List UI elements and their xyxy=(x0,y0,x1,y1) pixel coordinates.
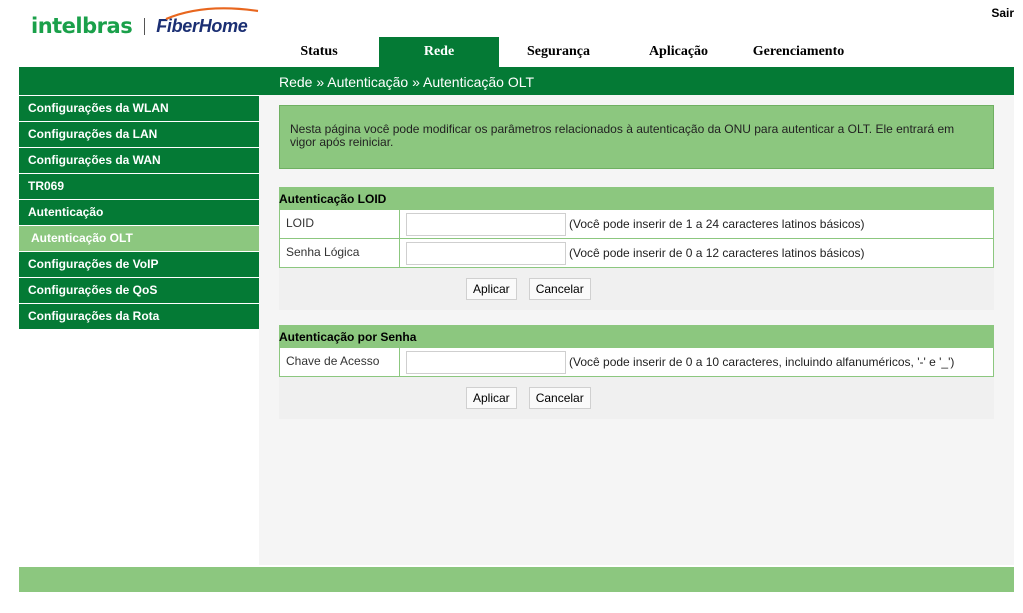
router-admin-page: intelbras FiberHome Sair Status Rede Seg… xyxy=(0,0,1023,613)
button-row: Aplicar Cancelar xyxy=(279,268,994,310)
form-row-access-key: Chave de Acesso (Você pode inserir de 0 … xyxy=(279,348,994,377)
cancel-button[interactable]: Cancelar xyxy=(528,387,591,409)
fiberhome-swoosh-icon xyxy=(165,6,259,20)
section-title: Autenticação por Senha xyxy=(279,325,994,348)
sidebar-item-wlan[interactable]: Configurações da WLAN xyxy=(19,95,259,121)
logical-password-input[interactable] xyxy=(406,241,566,265)
tab-seguranca[interactable]: Segurança xyxy=(499,37,618,67)
access-key-label: Chave de Acesso xyxy=(280,348,400,376)
top-nav: Status Rede Segurança Aplicação Gerencia… xyxy=(259,37,858,67)
button-row: Aplicar Cancelar xyxy=(279,377,994,419)
form-value-cell: (Você pode inserir de 1 a 24 caracteres … xyxy=(400,210,993,238)
form-row-loid: LOID (Você pode inserir de 1 a 24 caract… xyxy=(279,210,994,239)
form-value-cell: (Você pode inserir de 0 a 12 caracteres … xyxy=(400,239,993,267)
sidebar-item-tr069[interactable]: TR069 xyxy=(19,173,259,199)
access-key-hint: (Você pode inserir de 0 a 10 caracteres,… xyxy=(569,355,955,369)
section-title: Autenticação LOID xyxy=(279,187,994,210)
intelbras-logo: intelbras xyxy=(31,14,133,38)
loid-label: LOID xyxy=(280,210,400,238)
cancel-button[interactable]: Cancelar xyxy=(528,278,591,300)
sidebar-item-autenticacao[interactable]: Autenticação xyxy=(19,199,259,225)
logical-password-hint: (Você pode inserir de 0 a 12 caracteres … xyxy=(569,246,865,260)
tab-rede[interactable]: Rede xyxy=(379,37,499,67)
logical-password-label: Senha Lógica xyxy=(280,239,400,267)
tab-aplicacao[interactable]: Aplicação xyxy=(618,37,739,67)
footer-bar xyxy=(19,567,1014,592)
form-value-cell: (Você pode inserir de 0 a 10 caracteres,… xyxy=(400,348,993,376)
breadcrumb: Rede » Autenticação » Autenticação OLT xyxy=(279,74,535,90)
loid-auth-section: Autenticação LOID LOID (Você pode inseri… xyxy=(279,187,994,310)
info-box: Nesta página você pode modificar os parâ… xyxy=(279,105,994,169)
sidebar-item-voip[interactable]: Configurações de VoIP xyxy=(19,251,259,277)
loid-input[interactable] xyxy=(406,212,566,236)
sidebar: Configurações da WLAN Configurações da L… xyxy=(19,95,259,329)
sidebar-item-qos[interactable]: Configurações de QoS xyxy=(19,277,259,303)
sidebar-item-wan[interactable]: Configurações da WAN xyxy=(19,147,259,173)
logout-link[interactable]: Sair xyxy=(991,6,1014,20)
tab-gerenciamento[interactable]: Gerenciamento xyxy=(739,37,858,67)
fiberhome-logo: FiberHome xyxy=(156,6,259,37)
password-auth-section: Autenticação por Senha Chave de Acesso (… xyxy=(279,325,994,419)
sidebar-item-lan[interactable]: Configurações da LAN xyxy=(19,121,259,147)
brand-logo: intelbras FiberHome xyxy=(31,6,259,42)
sidebar-item-rota[interactable]: Configurações da Rota xyxy=(19,303,259,329)
apply-button[interactable]: Aplicar xyxy=(466,387,517,409)
form-row-logical-password: Senha Lógica (Você pode inserir de 0 a 1… xyxy=(279,239,994,268)
apply-button[interactable]: Aplicar xyxy=(466,278,517,300)
tab-status[interactable]: Status xyxy=(259,37,379,67)
loid-hint: (Você pode inserir de 1 a 24 caracteres … xyxy=(569,217,865,231)
access-key-input[interactable] xyxy=(406,350,566,374)
sidebar-item-autenticacao-olt[interactable]: Autenticação OLT xyxy=(19,225,259,251)
logo-divider xyxy=(144,17,146,35)
